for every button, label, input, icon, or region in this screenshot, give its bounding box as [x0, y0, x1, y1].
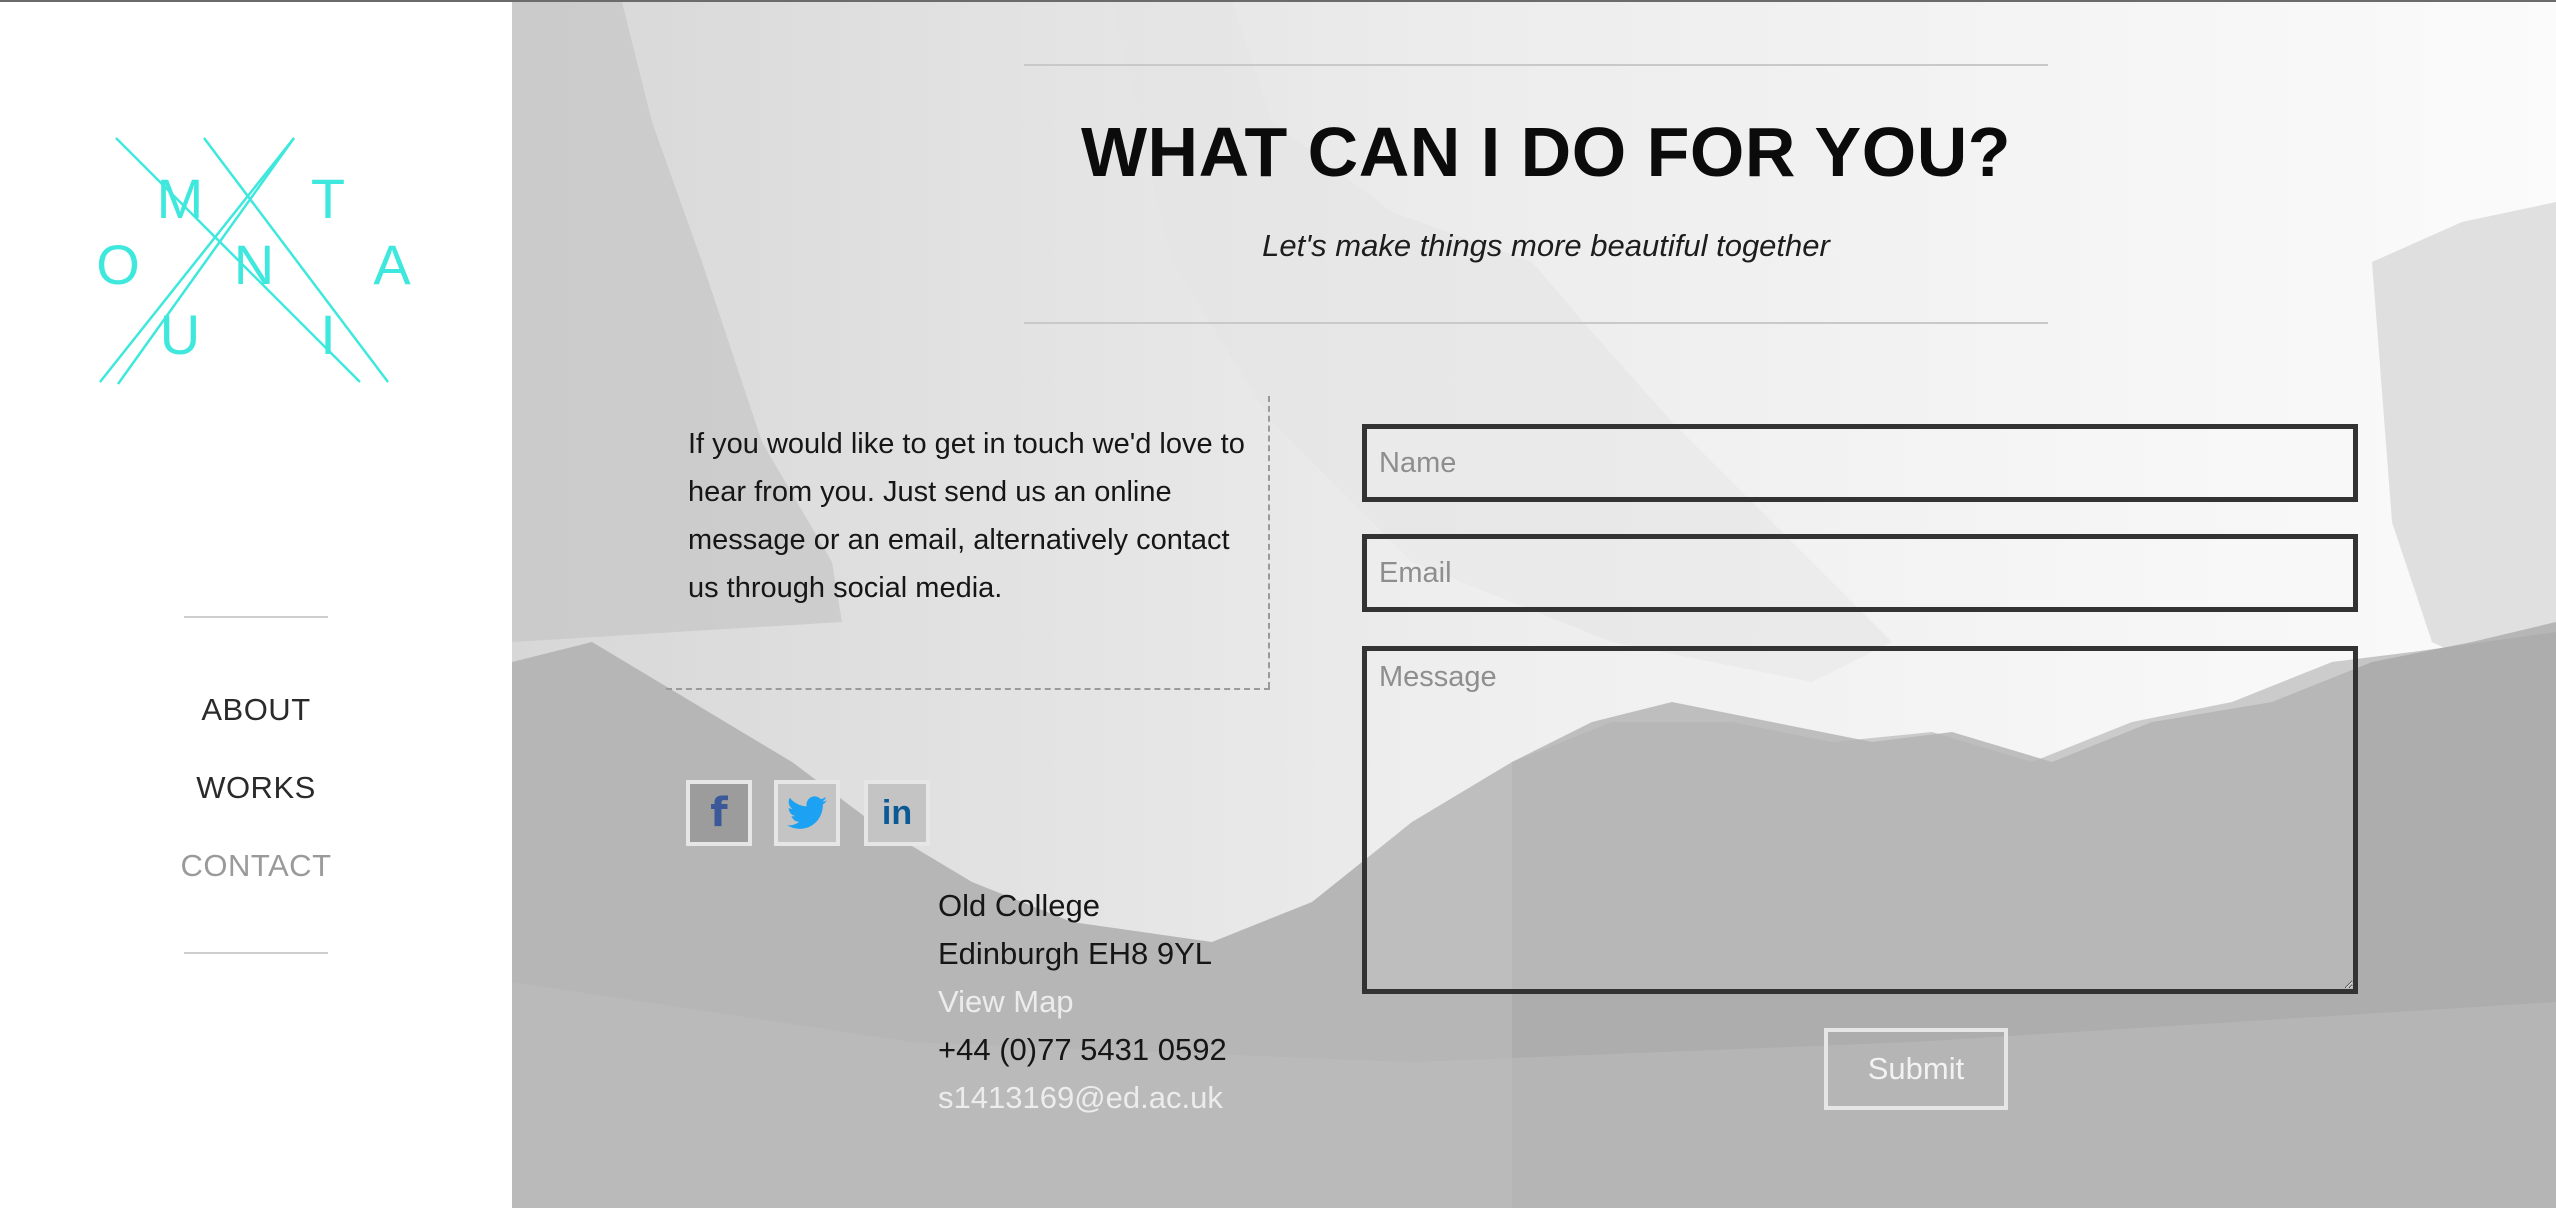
- address-line-1: Old College: [938, 888, 1100, 923]
- twitter-icon: [787, 796, 827, 829]
- nav-item-works[interactable]: WORKS: [0, 770, 512, 806]
- page-title: WHAT CAN I DO FOR YOU?: [1080, 113, 2012, 191]
- phone-number: +44 (0)77 5431 0592: [938, 1032, 1227, 1067]
- linkedin-icon: in: [881, 793, 913, 832]
- site-logo[interactable]: M T O N A U I: [88, 128, 418, 394]
- name-input[interactable]: [1362, 424, 2358, 502]
- contact-intro-text: If you would like to get in touch we'd l…: [688, 428, 1245, 604]
- email-link[interactable]: s1413169@ed.ac.uk: [938, 1080, 1223, 1116]
- view-map-link[interactable]: View Map: [938, 984, 1074, 1020]
- logo-letter: N: [234, 233, 274, 296]
- facebook-icon: f: [710, 790, 728, 836]
- sidebar: M T O N A U I ABOUT WORKS CONTACT: [0, 2, 512, 1208]
- email-input[interactable]: [1362, 534, 2358, 612]
- linkedin-button[interactable]: in: [864, 780, 930, 846]
- logo-mark: M T O N A U I: [96, 137, 411, 385]
- dashed-divider-horizontal: [666, 688, 1270, 690]
- page-subtitle: Let's make things more beautiful togethe…: [1262, 228, 1830, 263]
- logo-letter: A: [373, 233, 411, 296]
- header-divider-bottom: [1024, 322, 2048, 324]
- nav-item-contact[interactable]: CONTACT: [0, 848, 512, 884]
- nav-item-about[interactable]: ABOUT: [0, 692, 512, 728]
- nav-divider-bottom: [184, 952, 328, 954]
- message-textarea[interactable]: [1362, 646, 2358, 994]
- logo-letter: O: [96, 233, 140, 296]
- dashed-divider-vertical: [1268, 396, 1270, 688]
- submit-button[interactable]: Submit: [1824, 1028, 2008, 1110]
- address-line-2: Edinburgh EH8 9YL: [938, 936, 1213, 971]
- logo-letter: T: [311, 167, 345, 230]
- header-divider-top: [1024, 64, 2048, 66]
- logo-letter: U: [160, 303, 200, 366]
- logo-letter: I: [320, 303, 336, 366]
- logo-letter: M: [157, 167, 204, 230]
- nav-divider-top: [184, 616, 328, 618]
- facebook-button[interactable]: f: [686, 780, 752, 846]
- twitter-button[interactable]: [774, 780, 840, 846]
